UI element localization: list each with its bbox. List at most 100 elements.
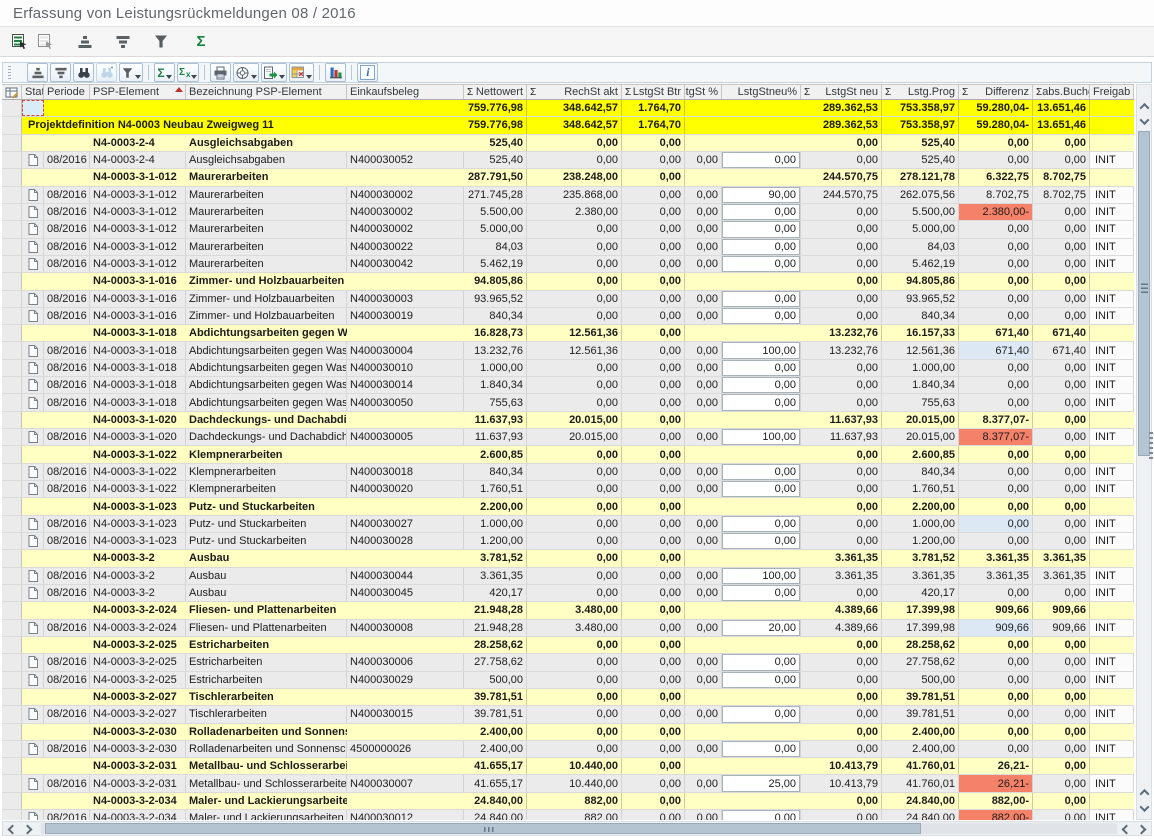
scroll-left-button-right[interactable]	[1119, 822, 1133, 836]
cell-npct[interactable]: 0,00	[722, 481, 801, 497]
cell-stat[interactable]	[22, 152, 44, 168]
row-selector[interactable]	[2, 741, 22, 757]
cell-npct[interactable]: 0,00	[722, 291, 801, 307]
row-selector[interactable]	[2, 394, 22, 410]
cell-npct[interactable]: 0,00	[722, 152, 801, 168]
grid-sort-descending-button[interactable]	[50, 63, 71, 82]
column-header-stat[interactable]: Stat	[22, 85, 44, 99]
cell-stat[interactable]	[22, 585, 44, 601]
row-selector[interactable]	[2, 516, 22, 532]
row-selector[interactable]	[2, 377, 22, 393]
column-header-selector[interactable]	[2, 85, 22, 99]
find-next-button[interactable]	[96, 63, 117, 82]
row-selector[interactable]	[2, 100, 22, 116]
row-selector[interactable]	[2, 429, 22, 445]
row-selector[interactable]	[2, 568, 22, 584]
window-resize-grip[interactable]	[1149, 431, 1153, 459]
cell-stat[interactable]	[22, 394, 44, 410]
vertical-scroll-thumb[interactable]	[1138, 131, 1150, 456]
cell-stat[interactable]	[22, 654, 44, 670]
row-selector[interactable]	[2, 169, 22, 185]
row-selector[interactable]	[2, 360, 22, 376]
cell-npct[interactable]: 0,00	[722, 308, 801, 324]
cell-npct[interactable]: 0,00	[722, 377, 801, 393]
sort-ascending-button[interactable]	[72, 30, 98, 54]
row-selector[interactable]	[2, 498, 22, 514]
scroll-left-button[interactable]	[5, 822, 19, 836]
grid-sort-ascending-button[interactable]	[27, 63, 48, 82]
choose-details-alt-button[interactable]	[32, 30, 58, 54]
cell-stat[interactable]	[22, 464, 44, 480]
row-selector[interactable]	[2, 672, 22, 688]
sort-descending-button[interactable]	[110, 30, 136, 54]
cell-npct[interactable]: 0,00	[722, 741, 801, 757]
row-selector[interactable]	[2, 187, 22, 203]
cell-cursor[interactable]	[22, 100, 44, 116]
row-selector[interactable]	[2, 464, 22, 480]
cell-npct[interactable]: 0,00	[722, 672, 801, 688]
toolbar-grip[interactable]	[8, 66, 11, 79]
column-header-bez[interactable]: Bezeichnung PSP-Element	[186, 85, 347, 99]
cell-stat[interactable]	[22, 568, 44, 584]
row-selector[interactable]	[2, 706, 22, 722]
row-selector[interactable]	[2, 585, 22, 601]
cell-stat[interactable]	[22, 187, 44, 203]
row-selector[interactable]	[2, 793, 22, 809]
total-button[interactable]: Σ	[188, 30, 214, 54]
cell-npct[interactable]: 20,00	[722, 620, 801, 636]
choose-details-button[interactable]	[6, 30, 32, 54]
scroll-right-button[interactable]	[20, 822, 34, 836]
cell-npct[interactable]: 0,00	[722, 204, 801, 220]
scroll-right-button-right[interactable]	[1134, 822, 1148, 836]
graphics-button[interactable]	[325, 63, 346, 82]
column-header-npct[interactable]: LstgStneu%	[722, 85, 801, 99]
row-selector[interactable]	[2, 550, 22, 566]
export-button[interactable]	[261, 63, 287, 82]
choose-layout-button[interactable]	[289, 63, 314, 82]
print-button[interactable]	[210, 63, 231, 82]
cell-stat[interactable]	[22, 620, 44, 636]
column-header-net[interactable]: ΣNettowert	[464, 85, 527, 99]
cell-stat[interactable]	[22, 204, 44, 220]
row-selector[interactable]	[2, 758, 22, 774]
cell-npct[interactable]: 100,00	[722, 429, 801, 445]
row-selector[interactable]	[2, 810, 22, 820]
column-header-pct[interactable]: LstgSt %	[685, 85, 722, 99]
filter-button[interactable]	[148, 30, 174, 54]
cell-npct[interactable]: 0,00	[722, 256, 801, 272]
column-header-psp[interactable]: PSP-Element	[90, 85, 186, 99]
row-selector[interactable]	[2, 775, 22, 791]
cell-stat[interactable]	[22, 377, 44, 393]
column-header-per[interactable]: Periode	[44, 85, 90, 99]
cell-npct[interactable]: 0,00	[722, 394, 801, 410]
grid-total-button[interactable]: Σ	[154, 63, 175, 82]
cell-stat[interactable]	[22, 672, 44, 688]
find-button[interactable]	[73, 63, 94, 82]
scroll-down-button-bottom[interactable]	[1137, 801, 1151, 815]
cell-stat[interactable]	[22, 741, 44, 757]
cell-stat[interactable]	[22, 308, 44, 324]
cell-npct[interactable]: 0,00	[722, 654, 801, 670]
cell-stat[interactable]	[22, 360, 44, 376]
column-header-rech[interactable]: ΣRechSt akt	[527, 85, 622, 99]
horizontal-scroll-thumb[interactable]	[45, 823, 921, 834]
cell-stat[interactable]	[22, 706, 44, 722]
print-preview-button[interactable]	[233, 63, 259, 82]
column-header-diff[interactable]: ΣDifferenz	[959, 85, 1033, 99]
cell-stat[interactable]	[22, 533, 44, 549]
cell-npct[interactable]: 90,00	[722, 187, 801, 203]
row-selector[interactable]	[2, 273, 22, 289]
column-header-btr[interactable]: ΣLstgSt Btr	[622, 85, 685, 99]
cell-npct[interactable]: 100,00	[722, 568, 801, 584]
row-selector[interactable]	[2, 412, 22, 428]
cell-npct[interactable]: 0,00	[722, 221, 801, 237]
row-selector[interactable]	[2, 256, 22, 272]
row-selector[interactable]	[2, 239, 22, 255]
cell-npct[interactable]: 0,00	[722, 706, 801, 722]
cell-npct[interactable]: 0,00	[722, 239, 801, 255]
row-selector[interactable]	[2, 533, 22, 549]
horizontal-scrollbar[interactable]	[2, 821, 1152, 836]
row-selector[interactable]	[2, 135, 22, 151]
column-header-ek[interactable]: Einkaufsbeleg	[347, 85, 464, 99]
cell-npct[interactable]: 0,00	[722, 810, 801, 820]
